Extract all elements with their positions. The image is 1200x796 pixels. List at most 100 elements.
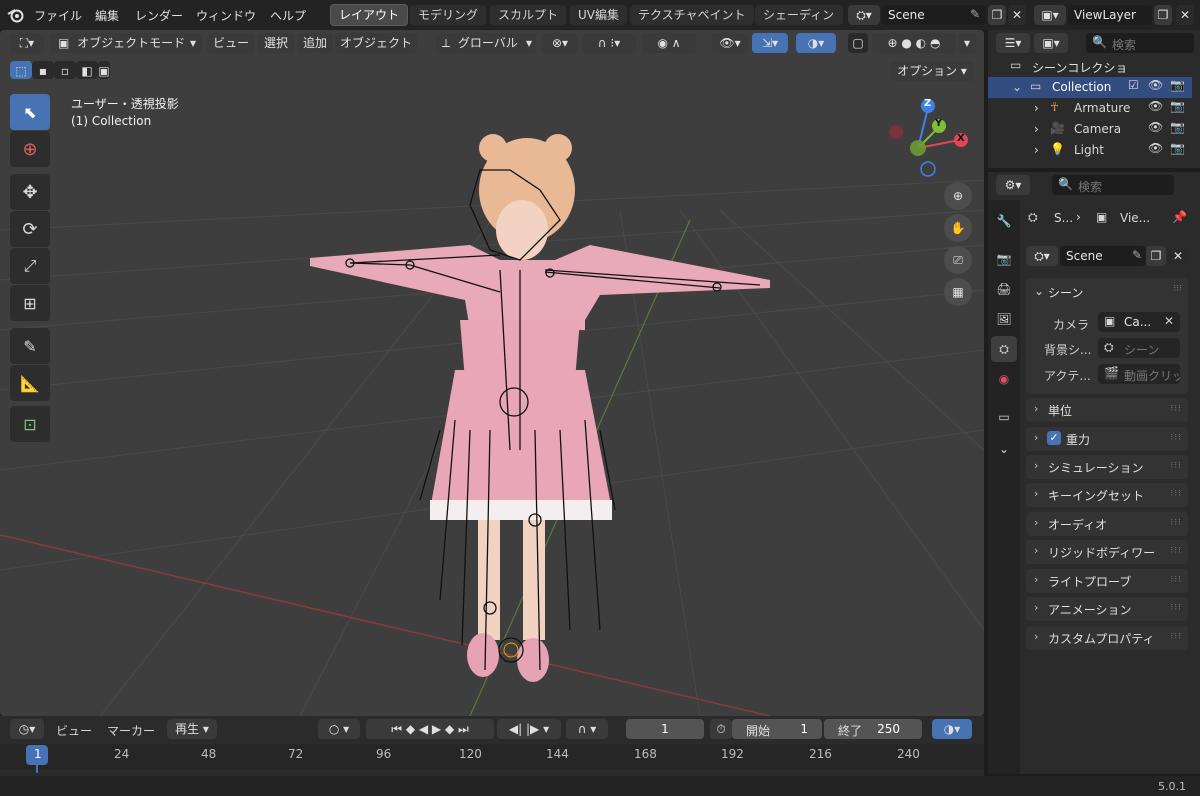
grip-icon[interactable]: ⁝⁝⁝	[1170, 632, 1182, 642]
select-invert-icon[interactable]: ◧	[76, 61, 98, 79]
panel-simulation[interactable]: › シミュレーション ⁝⁝⁝	[1026, 455, 1188, 479]
perspective-grid-icon[interactable]: ▦	[944, 278, 972, 306]
delete-scene-icon[interactable]: ✕	[1168, 246, 1188, 266]
chevron-down-icon[interactable]: ⌄	[991, 436, 1017, 462]
pin-icon[interactable]: 📌	[1172, 210, 1187, 224]
camera-view-icon[interactable]: ⎚	[944, 246, 972, 274]
grip-icon[interactable]: ⁝⁝⁝	[1170, 433, 1182, 443]
camera-render-icon[interactable]: 📷	[1170, 78, 1185, 92]
panel-light-probes[interactable]: › ライトプローブ ⁝⁝⁝	[1026, 569, 1188, 593]
navigation-gizmo[interactable]: Z Y X	[888, 96, 972, 180]
delete-scene-icon[interactable]: ✕	[1008, 5, 1026, 25]
chevron-right-icon[interactable]: ›	[1034, 143, 1039, 157]
outliner-search-input[interactable]: 🔍 検索	[1086, 33, 1194, 53]
chevron-right-icon[interactable]: ›	[1034, 101, 1039, 115]
outliner-row-light[interactable]: › 💡 Light 👁 📷	[988, 140, 1192, 161]
active-clip-field[interactable]: 🎬 動画クリッ	[1098, 364, 1180, 384]
chevron-right-icon[interactable]: ›	[1034, 122, 1039, 136]
grip-icon[interactable]: ⁝⁝⁝	[1170, 575, 1182, 585]
select-menu[interactable]: 選択	[257, 33, 295, 53]
add-menu[interactable]: 追加	[297, 33, 333, 53]
chevron-down-icon[interactable]: ⌄	[1034, 284, 1044, 298]
outliner-row-scene-collection[interactable]: ▭ シーンコレクショ	[988, 56, 1192, 77]
view-menu[interactable]: ビュー	[207, 33, 255, 53]
pin-icon[interactable]: ✎	[1132, 248, 1142, 262]
view-layer-tab-icon[interactable]: 🖼	[991, 306, 1017, 332]
timeline-ruler[interactable]	[0, 744, 984, 770]
outliner-row-camera[interactable]: › 🎥 Camera 👁 📷	[988, 119, 1192, 140]
select-intersect-icon[interactable]: ▣	[98, 61, 110, 79]
outliner-row-armature[interactable]: › ☥ Armature 👁 📷	[988, 98, 1192, 119]
blender-logo-icon[interactable]	[6, 6, 26, 24]
eye-icon[interactable]: 👁	[1148, 78, 1163, 92]
gravity-checkbox[interactable]: ✓	[1047, 431, 1061, 445]
panel-custom-properties[interactable]: › カスタムプロパティ ⁝⁝⁝	[1026, 626, 1188, 650]
menu-file[interactable]: ファイル	[34, 7, 82, 24]
select-extend-icon[interactable]: ▪	[32, 61, 54, 79]
panel-rigid-body-world[interactable]: › リジッドボディワー ⁝⁝⁝	[1026, 540, 1188, 564]
pivot-point-button[interactable]: ⊗▾	[542, 33, 578, 53]
visibility-button[interactable]: 👁▾	[712, 33, 748, 53]
character-model[interactable]	[310, 134, 770, 682]
background-scene-field[interactable]: ⛭ シーン	[1098, 338, 1180, 358]
3d-viewport[interactable]	[0, 30, 984, 716]
delete-viewlayer-icon[interactable]: ✕	[1176, 5, 1194, 25]
chevron-down-icon[interactable]: ⌄	[1012, 80, 1022, 94]
add-cube-tool[interactable]: ⊡	[10, 406, 50, 442]
collection-tab-icon[interactable]: ▭	[991, 404, 1017, 430]
render-tab-icon[interactable]: 📷	[991, 246, 1017, 272]
panel-audio[interactable]: › オーディオ ⁝⁝⁝	[1026, 512, 1188, 536]
menu-help[interactable]: ヘルプ	[270, 7, 306, 24]
current-frame-field[interactable]: 1	[626, 719, 704, 739]
panel-gravity[interactable]: › ✓ 重力 ⁝⁝⁝	[1026, 427, 1188, 451]
viewlayer-selector[interactable]: ViewLayer	[1068, 5, 1152, 25]
tab-layout[interactable]: レイアウト	[330, 4, 409, 26]
new-viewlayer-icon[interactable]: ❐	[1154, 5, 1172, 25]
xray-toggle-button[interactable]: ▢	[848, 33, 868, 53]
eye-icon[interactable]: 👁	[1148, 141, 1163, 155]
tab-texture-paint[interactable]: テクスチャペイント	[630, 5, 754, 25]
rotate-tool[interactable]: ⟳	[10, 211, 50, 247]
panel-units[interactable]: › 単位 ⁝⁝⁝	[1026, 398, 1188, 422]
object-menu[interactable]: オブジェクト	[335, 33, 417, 53]
cursor-tool[interactable]: ⊕	[10, 131, 50, 167]
scene-type-icon[interactable]: ⛭▾	[848, 5, 880, 25]
eye-icon[interactable]: 👁	[1148, 99, 1163, 113]
grip-icon[interactable]: ⁝⁝⁝	[1170, 404, 1182, 414]
tab-sculpt[interactable]: スカルプト	[490, 5, 567, 25]
new-scene-icon[interactable]: ❐	[1146, 246, 1166, 266]
clear-icon[interactable]: ✕	[1164, 314, 1174, 328]
grip-icon[interactable]: ⁝⁝⁝	[1170, 546, 1182, 556]
grip-icon[interactable]: ⁝⁝⁝	[1170, 518, 1182, 528]
pin-icon[interactable]: ✎	[970, 7, 980, 21]
overlay-toggle-button[interactable]: ◑▾	[796, 33, 836, 53]
tab-uv-editing[interactable]: UV編集	[570, 5, 627, 25]
keyframe-jump-buttons[interactable]: ◀| |▶ ▾	[497, 719, 561, 739]
checkbox-icon[interactable]: ☑	[1128, 78, 1139, 92]
menu-window[interactable]: ウィンドウ	[196, 7, 256, 24]
timeline-view-menu[interactable]: ビュー	[56, 722, 92, 739]
select-box-tool[interactable]: ⬉	[10, 94, 50, 130]
pan-hand-icon[interactable]: ✋	[944, 214, 972, 242]
move-tool[interactable]: ✥	[10, 174, 50, 210]
measure-tool[interactable]: 📐	[10, 365, 50, 401]
menu-render[interactable]: レンダー	[135, 7, 183, 24]
editor-type-button[interactable]: ⛶▾	[10, 33, 44, 53]
tool-tab-icon[interactable]: 🔧	[991, 208, 1017, 234]
scene-tab-icon[interactable]: ⛭	[991, 336, 1017, 362]
shading-mode-buttons[interactable]: ⊕ ● ◐ ◓	[872, 33, 956, 53]
outliner-row-collection[interactable]: ⌄ ▭ Collection ☑ 👁 📷	[988, 77, 1192, 98]
display-mode-button[interactable]: ▣▾	[1034, 33, 1068, 53]
grip-icon[interactable]: ⁝⁝⁝	[1170, 603, 1182, 613]
mode-dropdown[interactable]: ▣ オブジェクトモード ▾	[50, 33, 202, 53]
camera-field[interactable]: ▣ Ca... ✕	[1098, 312, 1180, 332]
timeline-overlay-button[interactable]: ◑▾	[932, 719, 972, 739]
stopwatch-icon[interactable]: ⏱	[710, 719, 732, 739]
gizmo-toggle-button[interactable]: ⇲▾	[752, 33, 788, 53]
eye-icon[interactable]: 👁	[1148, 120, 1163, 134]
shading-options-button[interactable]: ▾	[958, 33, 976, 53]
panel-animation[interactable]: › アニメーション ⁝⁝⁝	[1026, 597, 1188, 621]
camera-render-icon[interactable]: 📷	[1170, 120, 1185, 134]
panel-keying-sets[interactable]: › キーイングセット ⁝⁝⁝	[1026, 483, 1188, 507]
select-subtract-icon[interactable]: ▫	[54, 61, 76, 79]
